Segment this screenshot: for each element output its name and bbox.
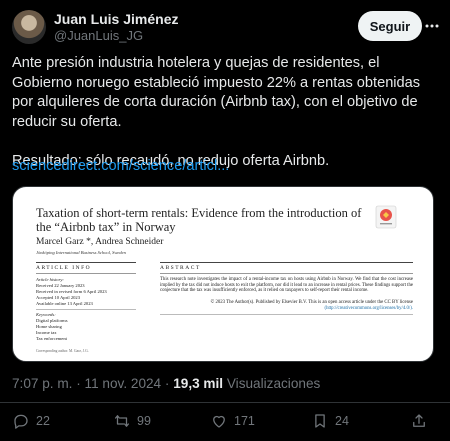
author-name[interactable]: Juan Luis Jiménez	[54, 11, 178, 27]
avatar[interactable]	[12, 10, 46, 44]
paper-affiliation: Jönköping International Business School,…	[36, 250, 126, 255]
author-handle[interactable]: @JuanLuis_JG	[54, 28, 143, 43]
tweet-text: Ante presión industria hotelera y quejas…	[12, 55, 421, 169]
tweet-link[interactable]: sciencedirect.com/science/articl...	[12, 158, 229, 174]
paper-abstract: This research note investigates the impa…	[160, 277, 413, 294]
license-url: (http://creativecommons.org/licenses/by/…	[324, 305, 413, 311]
rule-top-right	[160, 262, 413, 263]
views-label: Visualizaciones	[223, 376, 321, 391]
paper-license: © 2023 The Author(s). Published by Elsev…	[160, 300, 413, 311]
keyword-item: Home sharing	[36, 324, 62, 329]
paper-authors: Marcel Garz *, Andrea Schneider	[36, 237, 164, 247]
history-item: Received in revised form 6 April 2023	[36, 289, 107, 294]
divider	[0, 402, 450, 403]
crossmark-icon	[375, 205, 397, 229]
share-icon	[413, 414, 425, 427]
reply-icon	[14, 414, 28, 429]
rule-info	[36, 309, 136, 310]
like-button[interactable]: 171	[210, 412, 255, 430]
attached-image[interactable]: Taxation of short-term rentals: Evidence…	[12, 186, 434, 362]
views-count: 19,3 mil	[173, 376, 224, 391]
keyword-item: Income tax	[36, 330, 57, 335]
bookmark-button[interactable]: 24	[311, 412, 349, 430]
rule-mid-right	[160, 273, 413, 274]
like-count: 171	[234, 414, 255, 428]
tweet-meta: 7:07 p. m. · 11 nov. 2024 · 19,3 mil Vis…	[12, 376, 320, 391]
bookmark-icon	[315, 414, 325, 428]
share-button[interactable]	[410, 412, 434, 430]
reply-button[interactable]: 22	[12, 412, 50, 430]
tweet-header: Juan Luis Jiménez @JuanLuis_JG Seguir	[12, 10, 440, 44]
paper-footnote: Corresponding author. M. Garz, J.G.	[36, 349, 89, 353]
rule-bottom	[160, 314, 413, 315]
more-options-icon[interactable]	[424, 16, 440, 36]
rule-top	[36, 262, 136, 263]
follow-button[interactable]: Seguir	[358, 11, 422, 41]
article-info-heading: ARTICLE INFO	[36, 265, 92, 271]
keywords-label: Keywords:	[36, 312, 56, 317]
paper-title: Taxation of short-term rentals: Evidence…	[36, 206, 362, 234]
history-item: Accepted 10 April 2023	[36, 295, 81, 300]
retweet-icon	[114, 415, 130, 427]
rule-mid	[36, 273, 136, 274]
keyword-item: Tax enforcement	[36, 336, 67, 341]
history-item: Available online 13 April 2023	[36, 301, 93, 306]
bookmark-count: 24	[335, 414, 349, 428]
heart-icon	[213, 415, 225, 428]
license-text: © 2023 The Author(s). Published by Elsev…	[210, 300, 413, 305]
retweet-button[interactable]: 99	[113, 412, 151, 430]
reply-count: 22	[36, 414, 50, 428]
retweet-count: 99	[137, 414, 151, 428]
abstract-heading: ABSTRACT	[160, 265, 201, 271]
history-label: Article history:	[36, 277, 64, 282]
action-bar: 22 99 171 24	[0, 412, 450, 434]
history-item: Received 22 January 2023	[36, 283, 85, 288]
tweet-timestamp[interactable]: 7:07 p. m. · 11 nov. 2024 ·	[12, 376, 173, 391]
keyword-item: Digital platforms	[36, 318, 68, 323]
